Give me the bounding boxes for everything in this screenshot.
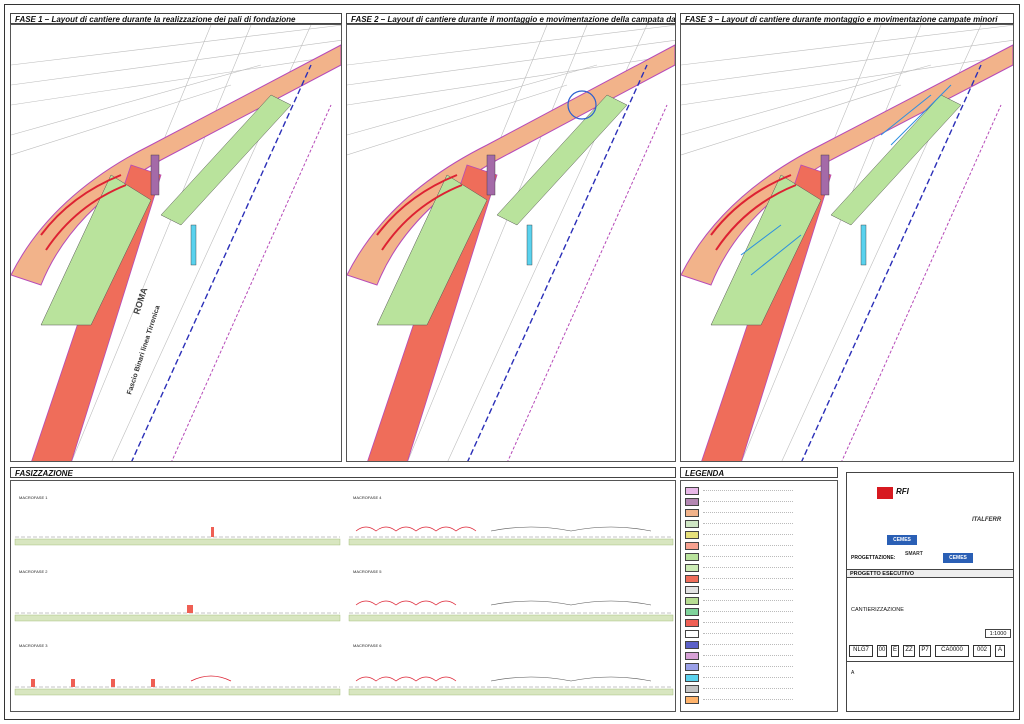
legend-swatch — [685, 674, 699, 682]
legend-line — [703, 578, 793, 579]
macrofase-2-label: MACROFASE 2 — [19, 569, 48, 574]
legend-line — [703, 633, 793, 634]
legend-swatch — [685, 575, 699, 583]
legend-swatch — [685, 663, 699, 671]
legend-line — [703, 567, 793, 568]
map-roma-label: ROMA — [131, 286, 149, 316]
legend-line — [703, 600, 793, 601]
legend-line — [703, 688, 793, 689]
code-part-5: P7 — [919, 645, 931, 657]
phase-3-site-plan — [681, 25, 1013, 461]
code-part-2: 00 — [877, 645, 887, 657]
legenda-title: LEGENDA — [680, 467, 838, 478]
legend-swatch — [685, 498, 699, 506]
legend-line — [703, 677, 793, 678]
legend-swatch — [685, 586, 699, 594]
cemes-logo-1: CEMES — [887, 535, 917, 545]
legend-line — [703, 622, 793, 623]
legend-swatch — [685, 553, 699, 561]
phase-2-map — [346, 24, 676, 462]
legend-line — [703, 512, 793, 513]
macrofase-6-label: MACROFASE 6 — [353, 643, 382, 648]
italferr-logo: ITALFERR — [972, 517, 1002, 523]
code-part-3: E — [891, 645, 899, 657]
code-part-4: ZZ — [903, 645, 915, 657]
legend-line — [703, 644, 793, 645]
phase-3-map — [680, 24, 1014, 462]
legend-swatch — [685, 520, 699, 528]
legend-line — [703, 666, 793, 667]
smart-logo: SMART — [905, 551, 923, 557]
legend-line — [703, 556, 793, 557]
legend-swatch — [685, 597, 699, 605]
legend-swatch — [685, 487, 699, 495]
legend-swatch — [685, 531, 699, 539]
legend-line — [703, 655, 793, 656]
phase-1-title: FASE 1 – Layout di cantiere durante la r… — [10, 13, 342, 24]
legend-swatch — [685, 696, 699, 704]
phase-2-title: FASE 2 – Layout di cantiere durante il m… — [346, 13, 676, 24]
revision-table: A — [847, 661, 1013, 706]
progettazione-label: PROGETTAZIONE: — [851, 555, 896, 561]
rfi-logo-mark — [877, 487, 893, 499]
legend-swatch — [685, 652, 699, 660]
phase-3-title: FASE 3 – Layout di cantiere durante mont… — [680, 13, 1014, 24]
legend-line — [703, 545, 793, 546]
fasizzazione-sections — [14, 526, 674, 696]
code-part-6: CA0000 — [935, 645, 969, 657]
code-part-8: A — [995, 645, 1005, 657]
document-code-row: NLG7 00 E ZZ P7 CA0000 002 A — [849, 645, 1011, 657]
scale-value: 1:1000 — [985, 629, 1011, 638]
legend-line — [703, 699, 793, 700]
phase-1-site-plan: ROMA Fascio Binari linea Tirrenica — [11, 25, 341, 461]
legend-swatch — [685, 608, 699, 616]
phase-2-site-plan — [347, 25, 675, 461]
legend-swatch — [685, 619, 699, 627]
fasizzazione-panel: MACROFASE 1 MACROFASE 2 MACROFASE 3 MACR… — [10, 480, 676, 712]
legend-swatch — [685, 630, 699, 638]
code-part-1: NLG7 — [849, 645, 873, 657]
fasizzazione-title: FASIZZAZIONE — [10, 467, 676, 478]
legend-line — [703, 490, 793, 491]
code-part-7: 002 — [973, 645, 991, 657]
macrofase-4-label: MACROFASE 4 — [353, 495, 382, 500]
legend-line — [703, 611, 793, 612]
legend-line — [703, 523, 793, 524]
map-fascio-label: Fascio Binari linea Tirrenica — [126, 305, 162, 396]
legend-swatch — [685, 542, 699, 550]
cemes-logo-2: CEMES — [943, 553, 973, 563]
rfi-logo: RFI — [896, 487, 909, 496]
cantierizzazione-title: CANTIERIZZAZIONE — [851, 607, 904, 613]
legend-swatch — [685, 641, 699, 649]
legenda-panel — [680, 480, 838, 712]
title-block: RFI ITALFERR CEMES PROGETTAZIONE: SMART … — [846, 472, 1014, 712]
macrofase-1-label: MACROFASE 1 — [19, 495, 48, 500]
phase-1-map: ROMA Fascio Binari linea Tirrenica — [10, 24, 342, 462]
legend-line — [703, 534, 793, 535]
revision-letter: A — [851, 670, 855, 676]
legend-swatch — [685, 564, 699, 572]
macrofase-5-label: MACROFASE 5 — [353, 569, 382, 574]
legend-line — [703, 589, 793, 590]
macrofase-3-label: MACROFASE 3 — [19, 643, 48, 648]
progetto-esecutivo: PROGETTO ESECUTIVO — [847, 569, 1013, 578]
legend-swatch — [685, 509, 699, 517]
legend-line — [703, 501, 793, 502]
legend-swatch — [685, 685, 699, 693]
